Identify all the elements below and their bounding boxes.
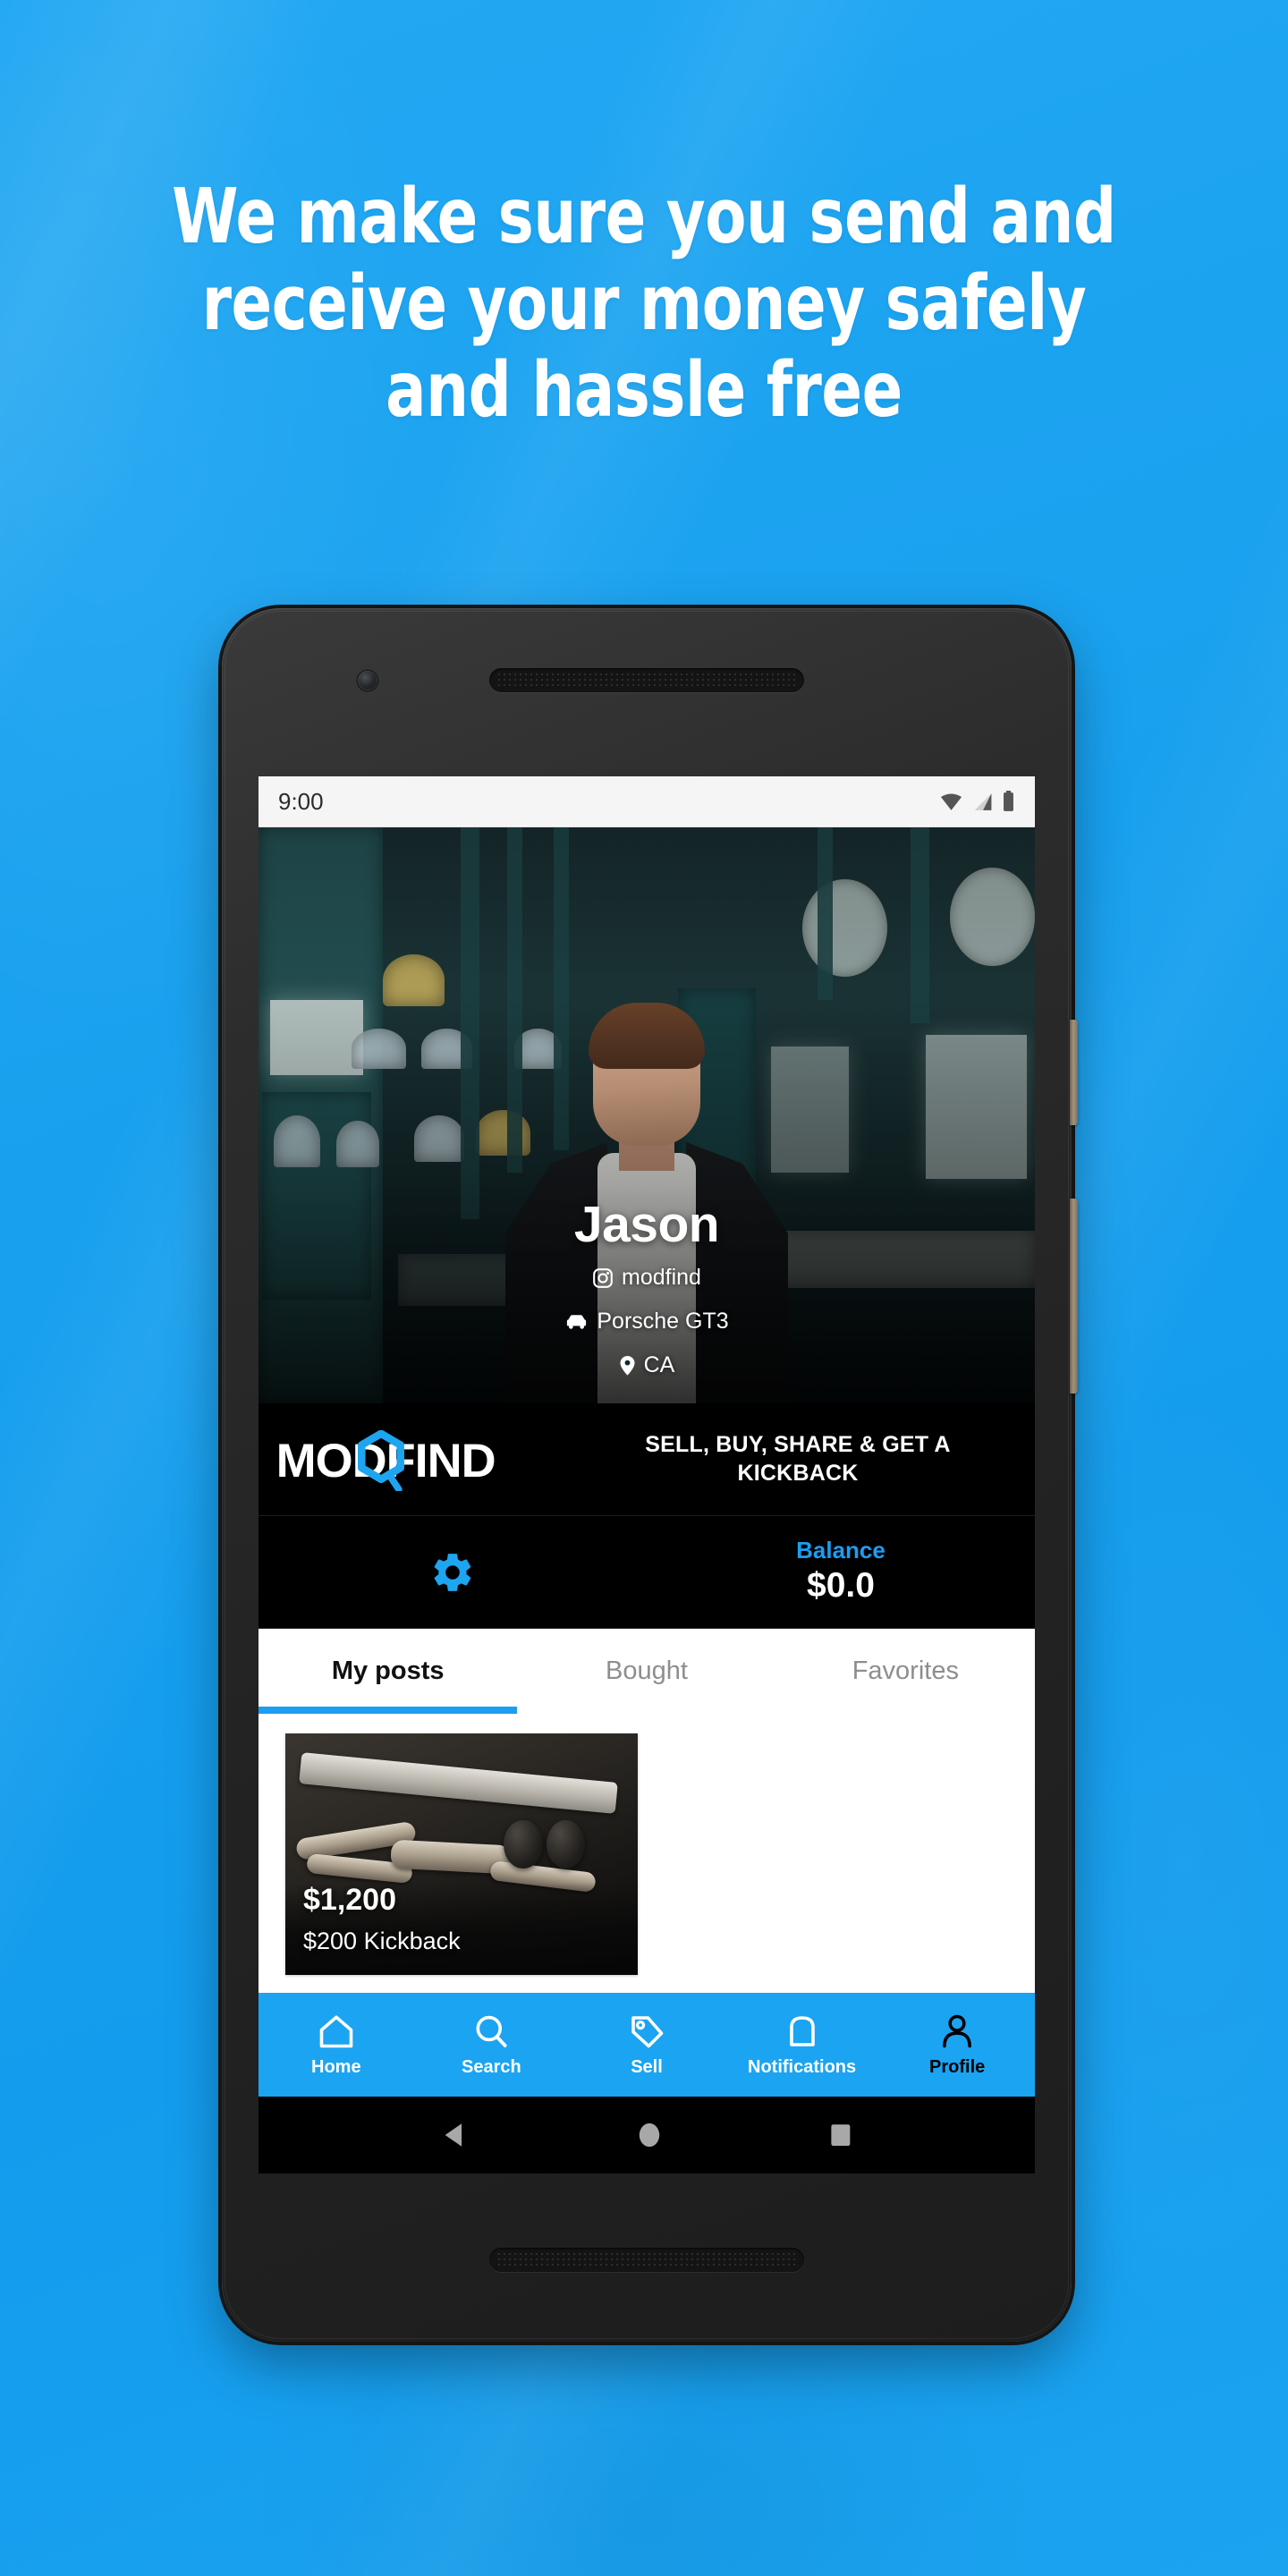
brand-tagline: SELL, BUY, SHARE & GET A KICKBACK <box>584 1431 1019 1487</box>
nav-item-profile[interactable]: Profile <box>879 2012 1035 2078</box>
nav-item-notifications[interactable]: Notifications <box>724 2012 880 2078</box>
brand-bar: MODFIND SELL, BUY, SHARE & GET A KICKBAC… <box>258 1403 1035 1516</box>
nav-item-home[interactable]: Home <box>258 2012 414 2078</box>
headline-line-3: and hassle free <box>386 345 902 435</box>
home-circle-icon[interactable] <box>637 2120 662 2150</box>
nav-label-home: Home <box>311 2056 361 2077</box>
settings-button[interactable] <box>258 1549 647 1596</box>
hex-magnifier-icon <box>358 1429 404 1491</box>
volume-button[interactable] <box>1070 1199 1078 1394</box>
battery-icon <box>1004 791 1013 811</box>
nav-item-search[interactable]: Search <box>414 2012 570 2078</box>
cell-signal-icon <box>974 793 992 810</box>
bell-icon <box>789 2015 815 2046</box>
bottom-speaker <box>489 2248 804 2272</box>
home-icon <box>319 2014 353 2047</box>
balance-block[interactable]: Balance $0.0 <box>647 1537 1035 1608</box>
profile-hero: Jason modfind Porsche GT3 CA <box>258 827 1035 1403</box>
profile-location: CA <box>643 1352 675 1377</box>
tab-my-posts-label: My posts <box>331 1657 445 1685</box>
car-icon <box>567 1314 587 1329</box>
profile-name: Jason <box>573 1196 720 1253</box>
nav-label-notifications: Notifications <box>748 2056 857 2077</box>
headline-line-2: receive your money safely <box>201 258 1087 348</box>
post-price: $1,200 <box>303 1883 396 1917</box>
nav-label-profile: Profile <box>929 2056 986 2077</box>
modfind-logo: MODFIND <box>271 1425 584 1495</box>
gear-icon <box>434 1553 471 1591</box>
nav-label-search: Search <box>462 2056 521 2077</box>
instagram-icon <box>593 1267 613 1288</box>
tab-bought-label: Bought <box>606 1657 688 1685</box>
profile-info: Jason modfind Porsche GT3 CA <box>258 1195 1035 1378</box>
post-kickback: $200 Kickback <box>303 1928 461 1954</box>
person-icon <box>943 2014 972 2047</box>
tab-bought[interactable]: Bought <box>517 1629 775 1714</box>
status-bar: 9:00 <box>258 776 1035 827</box>
promo-headline: We make sure you send and receive your m… <box>77 174 1210 435</box>
earpiece-speaker <box>489 668 804 692</box>
nav-label-sell: Sell <box>631 2056 663 2077</box>
wifi-icon <box>940 793 962 810</box>
phone-mockup: 9:00 Jason modfind Porsche GT3 CA MODFIN… <box>222 608 1078 2342</box>
tag-icon <box>631 2015 664 2047</box>
tab-favorites[interactable]: Favorites <box>776 1629 1035 1714</box>
profile-car-row: Porsche GT3 <box>258 1309 1035 1335</box>
back-triangle-icon[interactable] <box>440 2120 470 2150</box>
tab-my-posts[interactable]: My posts <box>258 1629 518 1714</box>
status-time: 9:00 <box>278 787 324 815</box>
balance-label: Balance <box>796 1536 886 1563</box>
balance-value: $0.0 <box>807 1565 875 1605</box>
status-icons <box>939 791 1015 812</box>
tagline-line-2: KICKBACK <box>737 1460 859 1486</box>
headline-line-1: We make sure you send and <box>172 173 1116 261</box>
recents-square-icon[interactable] <box>828 2120 853 2150</box>
post-card[interactable]: $1,200 $200 Kickback <box>285 1733 638 1975</box>
profile-car: Porsche GT3 <box>597 1309 729 1334</box>
nav-item-sell[interactable]: Sell <box>569 2012 724 2078</box>
profile-handle-row[interactable]: modfind <box>258 1265 1035 1291</box>
profile-handle: modfind <box>622 1265 701 1290</box>
tagline-line-1: SELL, BUY, SHARE & GET A <box>645 1432 951 1458</box>
profile-tabs: My posts Bought Favorites <box>258 1629 1035 1714</box>
location-pin-icon <box>620 1355 635 1376</box>
front-camera <box>358 671 377 691</box>
tab-favorites-label: Favorites <box>852 1657 959 1685</box>
phone-screen: 9:00 Jason modfind Porsche GT3 CA MODFIN… <box>258 776 1035 2174</box>
power-button[interactable] <box>1070 1020 1078 1125</box>
profile-location-row: CA <box>258 1352 1035 1378</box>
android-nav-bar <box>258 2097 1035 2174</box>
search-icon <box>476 2015 507 2047</box>
posts-list: $1,200 $200 Kickback <box>258 1714 1035 1993</box>
account-bar: Balance $0.0 <box>258 1516 1035 1629</box>
bottom-navigation: Home Search Sell Notifications Profile <box>258 1993 1035 2097</box>
